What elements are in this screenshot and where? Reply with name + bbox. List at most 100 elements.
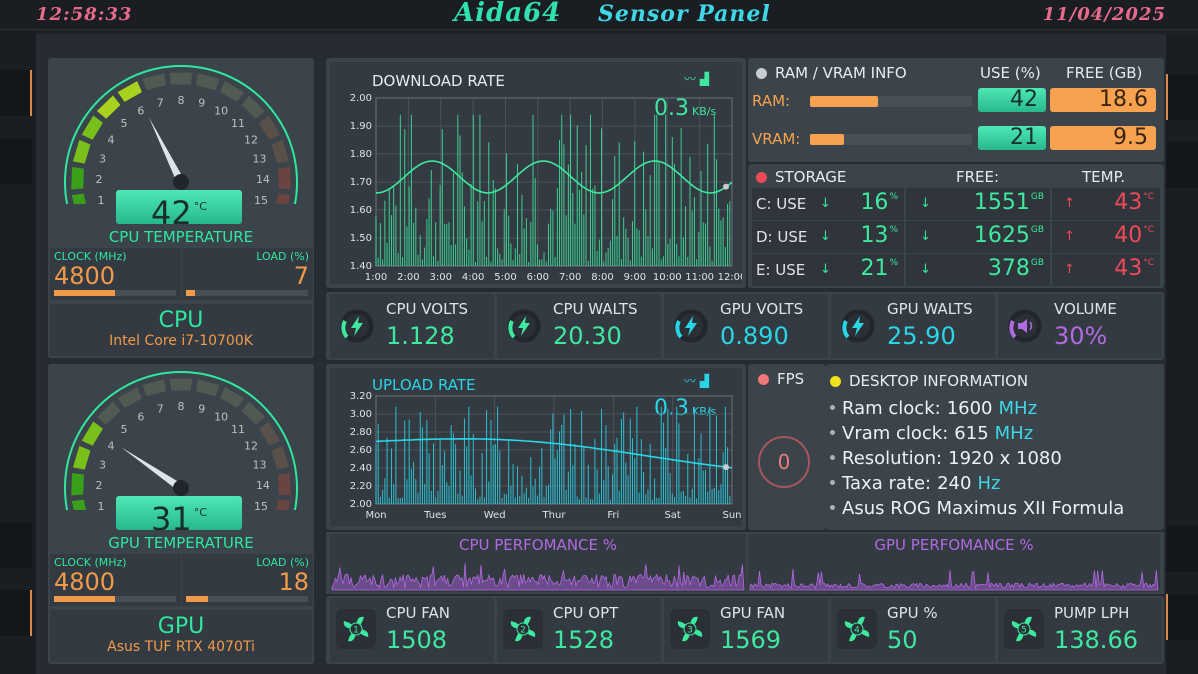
fan-tile: 2 CPU OPT 1528 <box>497 598 661 662</box>
gauge-tick-label: 8 <box>178 94 185 107</box>
ram-use-value: 42 <box>978 88 1046 112</box>
storage-use-value: 16% <box>860 190 898 215</box>
bolt-icon <box>842 310 874 342</box>
storage-use-value: 21% <box>860 256 898 281</box>
gauge-hub <box>173 480 189 496</box>
upload-chart: 3.20 3.00 2.80 2.60 2.40 2.20 2.00Mon Tues Wed Th… <box>350 391 742 521</box>
fan-value: 1569 <box>720 626 782 654</box>
current-date: 11/04/2025 <box>1042 4 1166 25</box>
x-tick-label: Mon <box>365 510 386 521</box>
x-tick-label: 4:00 <box>462 272 484 282</box>
fan-label: CPU OPT <box>553 604 619 622</box>
gauge-tick-label: 12 <box>244 439 258 452</box>
fan-tiles-row: 1 CPU FAN 1508 2 CPU OPT 1528 3 GPU FAN 1569 4 GPU… <box>326 596 1164 664</box>
tile-icon-circle <box>507 309 541 343</box>
fan-label: CPU FAN <box>386 604 450 622</box>
ring-progress <box>675 320 683 339</box>
storage-use-unit: % <box>889 192 898 202</box>
gpu-gauge: 1234567 8 9101112131415 <box>64 370 298 510</box>
storage-panel: STORAGE FREE: TEMP. C: USE ↓ 16% ↓ 1551GB ↑ 43… <box>748 164 1164 288</box>
speaker-shape <box>1018 319 1027 333</box>
gauge-segment <box>271 139 290 164</box>
vram-row: VRAM: 21 9.5 <box>752 126 1160 158</box>
gauge-segment <box>271 445 290 470</box>
speaker-icon <box>1009 310 1041 342</box>
storage-temp-number: 40 <box>1114 223 1143 248</box>
x-tick-label: Sun <box>722 510 741 521</box>
fan-blades-icon: 5 <box>1011 616 1037 642</box>
y-tick-label: 2.00 <box>350 499 372 510</box>
gauge-tick-label: 7 <box>157 97 164 110</box>
memory-use-header: USE (%) <box>980 64 1041 82</box>
gauge-segment <box>278 167 291 190</box>
storage-drive-label: D: USE <box>756 228 808 246</box>
x-tick-label: Tues <box>423 510 446 521</box>
desktop-info-unit: Hz <box>977 473 1001 494</box>
desktop-info-label: Asus ROG Maximus XII Formula <box>842 498 1125 519</box>
gauge-tick-label: 12 <box>244 133 258 146</box>
gauge-tick-label: 14 <box>256 479 270 492</box>
x-tick-label: Thur <box>542 510 567 521</box>
arrow-up-icon: ↑ <box>1064 196 1075 211</box>
desktop-info-label: Ram clock: <box>842 398 941 419</box>
fan-tile: 1 CPU FAN 1508 <box>330 598 494 662</box>
fan-value: 1528 <box>553 626 615 654</box>
storage-free-cell: ↓ 1551GB <box>906 188 1050 220</box>
storage-temp-cell: ↑ 43°C <box>1052 254 1160 286</box>
right-rail <box>1166 34 1198 674</box>
storage-free-number: 1625 <box>973 223 1030 248</box>
ram-row: RAM: 42 18.6 <box>752 88 1160 120</box>
arrow-down-icon: ↓ <box>820 196 831 211</box>
app-subtitle: Sensor Panel <box>598 1 771 27</box>
sensor-tile: CPU VOLTS 1.128 <box>330 294 494 358</box>
gauge-tick-label: 2 <box>96 479 103 492</box>
storage-temp-number: 43 <box>1114 256 1143 281</box>
desktop-info-value: 1920 x 1080 <box>948 448 1062 469</box>
storage-free-cell: ↓ 378GB <box>906 254 1050 286</box>
tile-value: 25.90 <box>887 322 956 350</box>
gauge-tick-label: 5 <box>121 117 128 130</box>
performance-area <box>749 569 1159 591</box>
y-tick-label: 2.60 <box>350 445 372 456</box>
y-tick-label: 3.20 <box>350 391 372 402</box>
gpu-section: 1 2 3 4 5 6 7 8 9 10 11 12 13 14 15 31 °C GPU TEMPERATU… <box>48 364 314 664</box>
bolt-shape <box>685 316 697 336</box>
sensor-tiles-row: CPU VOLTS 1.128 CPU WALTS 20.30 GPU VOLTS 0.8… <box>326 292 1164 360</box>
storage-free-number: 1551 <box>973 190 1030 215</box>
tile-value: 30% <box>1054 322 1108 350</box>
cpu-clock-stat: CLOCK (MHz) 4800 <box>50 248 181 300</box>
rail-marker <box>0 70 32 116</box>
storage-temp-number: 43 <box>1114 190 1143 215</box>
arrow-up-icon: ↑ <box>1064 229 1075 244</box>
arrow-down-icon: ↓ <box>920 196 931 211</box>
storage-use-unit: % <box>889 258 898 268</box>
bolt-icon <box>341 310 373 342</box>
gauge-tick-label: 15 <box>254 194 268 204</box>
y-tick-label: 1.40 <box>350 261 372 272</box>
gpu-clock-bar <box>54 596 176 602</box>
fan-tile: 4 GPU % 50 <box>831 598 995 662</box>
gauge-tick-label: 8 <box>178 400 185 413</box>
storage-temp-unit: °C <box>1143 225 1154 235</box>
x-tick-label: 12:00 <box>718 272 742 282</box>
desktop-info-unit: MHz <box>998 398 1038 419</box>
gauge-segment <box>278 473 291 496</box>
fan-icon: 2 <box>503 609 543 649</box>
y-tick-label: 3.00 <box>350 409 372 420</box>
gauge-segment <box>196 73 220 91</box>
tile-label: GPU VOLTS <box>720 300 804 318</box>
gpu-load-bar <box>186 596 308 602</box>
storage-use-unit: % <box>889 225 898 235</box>
arrow-up-icon: ↑ <box>1064 262 1075 277</box>
fan-number: 4 <box>854 626 860 636</box>
fan-number: 3 <box>687 626 693 636</box>
cpu-perf-graph <box>331 563 745 591</box>
fan-number: 2 <box>520 626 526 636</box>
x-tick-label: 2:00 <box>397 272 419 282</box>
storage-use-cell: D: USE ↓ 13% <box>752 221 904 253</box>
gauge-tick-label: 5 <box>121 423 128 436</box>
gauge-segment <box>117 387 142 408</box>
memory-panel: RAM / VRAM INFO USE (%) FREE (GB) RAM: 4… <box>748 58 1164 162</box>
gauge-tick-label: 2 <box>96 173 103 186</box>
x-tick-label: 1:00 <box>365 272 387 282</box>
